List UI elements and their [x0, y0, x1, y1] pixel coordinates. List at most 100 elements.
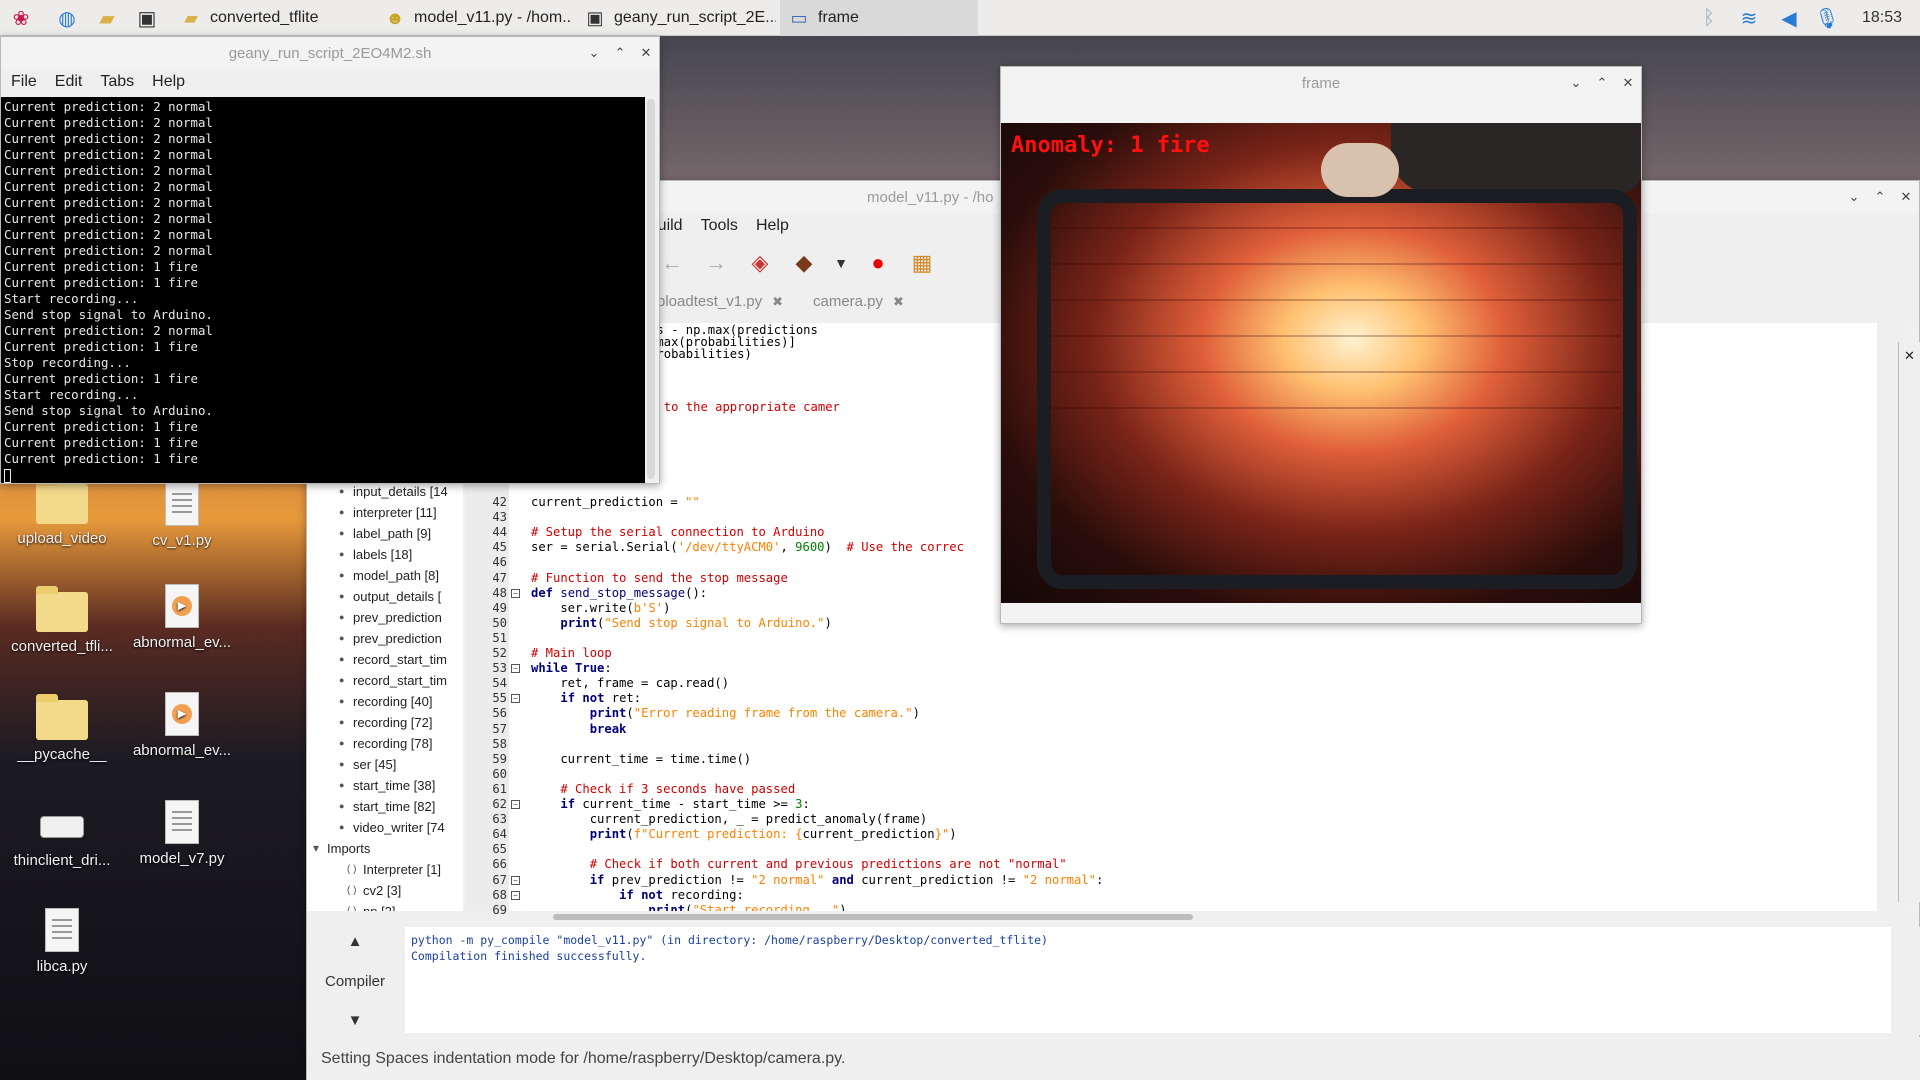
fold-toggle-icon[interactable]: −	[511, 875, 520, 885]
symbol-item[interactable]: label_path [9]	[307, 523, 463, 544]
tab-camera[interactable]: camera.py ✖	[813, 293, 904, 310]
symbol-item[interactable]: record_start_tim	[307, 649, 463, 670]
build-icon[interactable]: ◆	[789, 248, 819, 278]
task-terminal[interactable]: ▣ geany_run_script_2E...	[576, 0, 776, 36]
raspberry-menu-icon[interactable]: ❀	[6, 3, 36, 33]
symbol-item[interactable]: ser [45]	[307, 754, 463, 775]
fold-toggle-icon[interactable]: −	[511, 890, 520, 900]
tab-uploadtest[interactable]: ploadtest_v1.py ✖	[657, 293, 783, 310]
maximize-icon[interactable]: ⌃	[1595, 75, 1609, 91]
code-line: def send_stop_message():	[531, 585, 708, 600]
editor-horizontal-scrollbar[interactable]	[523, 911, 1877, 923]
scrollbar-thumb[interactable]	[553, 914, 1193, 920]
symbol-item[interactable]: recording [78]	[307, 733, 463, 754]
code-line: print("Error reading frame from the came…	[589, 706, 920, 721]
close-icon[interactable]: ✕	[1621, 75, 1635, 91]
symbol-group[interactable]: Imports	[307, 838, 463, 859]
menu-file[interactable]: File	[11, 73, 37, 91]
maximize-icon[interactable]: ⌃	[1873, 189, 1887, 205]
symbol-item[interactable]: np [2]	[307, 901, 463, 911]
close-icon[interactable]: ✕	[1899, 348, 1920, 364]
line-number: 46	[492, 555, 507, 570]
symbol-item[interactable]: prev_prediction	[307, 628, 463, 649]
code-line: if not recording:	[619, 887, 744, 902]
compiler-output[interactable]: python -m py_compile "model_v11.py" (in …	[405, 927, 1891, 1033]
close-icon[interactable]: ✕	[639, 45, 653, 61]
drive-icon	[40, 816, 84, 838]
desktop-icon-thinclient-drives[interactable]: thinclient_dri...	[2, 806, 122, 869]
terminal-launcher-icon[interactable]: ▣	[132, 3, 162, 33]
file-manager-icon[interactable]: ▰	[92, 3, 122, 33]
forward-arrow-icon[interactable]: →	[701, 248, 731, 278]
minimize-icon[interactable]: ⌄	[1847, 189, 1861, 205]
terminal-menubar: File Edit Tabs Help	[1, 69, 659, 95]
menu-tools[interactable]: Tools	[701, 217, 738, 235]
terminal-output[interactable]: Current prediction: 2 normal Current pred…	[1, 97, 645, 483]
symbol-item[interactable]: start_time [38]	[307, 775, 463, 796]
compile-icon[interactable]: ◈	[745, 248, 775, 278]
task-frame[interactable]: ▭ frame	[780, 0, 978, 36]
symbol-item[interactable]: prev_prediction	[307, 607, 463, 628]
build-dropdown-icon[interactable]: ▼	[833, 248, 849, 278]
tab-close-icon[interactable]: ✖	[893, 294, 904, 309]
menu-help[interactable]: Help	[152, 73, 185, 91]
camera-video-feed: Anomaly: 1 fire	[1001, 123, 1641, 603]
menu-help[interactable]: Help	[756, 217, 789, 235]
terminal-line: Stop recording...	[4, 355, 131, 370]
desktop-icon-libca[interactable]: libca.py	[2, 908, 122, 975]
symbol-item[interactable]: labels [18]	[307, 544, 463, 565]
desktop-icon-abnormal-event-1[interactable]: ▶ abnormal_ev...	[122, 584, 242, 651]
stop-icon[interactable]: ●	[863, 248, 893, 278]
maximize-icon[interactable]: ⌃	[613, 45, 627, 61]
fold-toggle-icon[interactable]: −	[511, 664, 520, 674]
code-line: # Function to send the stop message	[531, 570, 788, 585]
terminal-scrollbar[interactable]	[647, 99, 655, 479]
close-icon[interactable]: ✕	[1899, 189, 1913, 205]
code-line: print("Send stop signal to Arduino.")	[560, 615, 832, 630]
desktop-icon-pycache[interactable]: __pycache__	[2, 694, 122, 763]
menu-tabs[interactable]: Tabs	[100, 73, 134, 91]
fold-toggle-icon[interactable]: −	[511, 588, 520, 598]
scroll-up-icon[interactable]: ▲	[348, 933, 363, 950]
terminal-titlebar[interactable]: geany_run_script_2EO4M2.sh ⌄ ⌃ ✕	[1, 37, 659, 69]
fold-toggle-icon[interactable]: −	[511, 694, 520, 704]
code-line: current_time = time.time()	[531, 751, 752, 766]
symbol-item[interactable]: recording [40]	[307, 691, 463, 712]
desktop-icon-converted-tflite[interactable]: converted_tfli...	[2, 586, 122, 655]
window-icon: ▭	[790, 7, 808, 28]
symbol-item[interactable]: video_writer [74	[307, 817, 463, 838]
bluetooth-icon[interactable]: ᛒ	[1696, 0, 1722, 36]
scroll-down-icon[interactable]: ▼	[348, 1012, 363, 1029]
menu-edit[interactable]: Edit	[55, 73, 83, 91]
desktop-icon-cv-v1[interactable]: cv_v1.py	[122, 482, 242, 549]
microphone-icon[interactable]: 🎙	[1814, 0, 1840, 36]
line-number: 55	[492, 691, 507, 706]
code-line: # Setup the serial connection to Arduino	[531, 525, 825, 540]
volume-icon[interactable]: ◀	[1776, 0, 1802, 36]
minimize-icon[interactable]: ⌄	[587, 45, 601, 61]
back-arrow-icon[interactable]: ←	[657, 248, 687, 278]
wifi-icon[interactable]: ≋	[1736, 0, 1762, 36]
color-chooser-icon[interactable]: ▦	[907, 248, 937, 278]
compiler-tab[interactable]: ▲ Compiler ▼	[307, 927, 403, 1035]
symbol-item[interactable]: start_time [82]	[307, 796, 463, 817]
frame-titlebar[interactable]: frame ⌄ ⌃ ✕	[1001, 67, 1641, 99]
symbol-item[interactable]: recording [72]	[307, 712, 463, 733]
symbol-item[interactable]: input_details [14	[307, 481, 463, 502]
tab-close-icon[interactable]: ✖	[772, 294, 783, 309]
desktop-icon-abnormal-event-2[interactable]: ▶ abnormal_ev...	[122, 692, 242, 759]
symbol-item[interactable]: model_path [8]	[307, 565, 463, 586]
symbol-item[interactable]: record_start_tim	[307, 670, 463, 691]
symbol-item[interactable]: output_details [	[307, 586, 463, 607]
code-line: ret, frame = cap.read()	[531, 676, 730, 691]
desktop-icon-model-v7[interactable]: model_v7.py	[122, 800, 242, 867]
symbol-item[interactable]: Interpreter [1]	[307, 859, 463, 880]
symbol-item[interactable]: interpreter [11]	[307, 502, 463, 523]
browser-icon[interactable]: ◍	[52, 3, 82, 33]
task-converted-tflite[interactable]: ▰ converted_tflite	[172, 0, 372, 36]
task-geany[interactable]: ☻ model_v11.py - /hom...	[376, 0, 572, 36]
desktop-icon-upload-video[interactable]: upload_video	[2, 478, 122, 547]
symbol-item[interactable]: cv2 [3]	[307, 880, 463, 901]
fold-toggle-icon[interactable]: −	[511, 800, 520, 809]
minimize-icon[interactable]: ⌄	[1569, 75, 1583, 91]
